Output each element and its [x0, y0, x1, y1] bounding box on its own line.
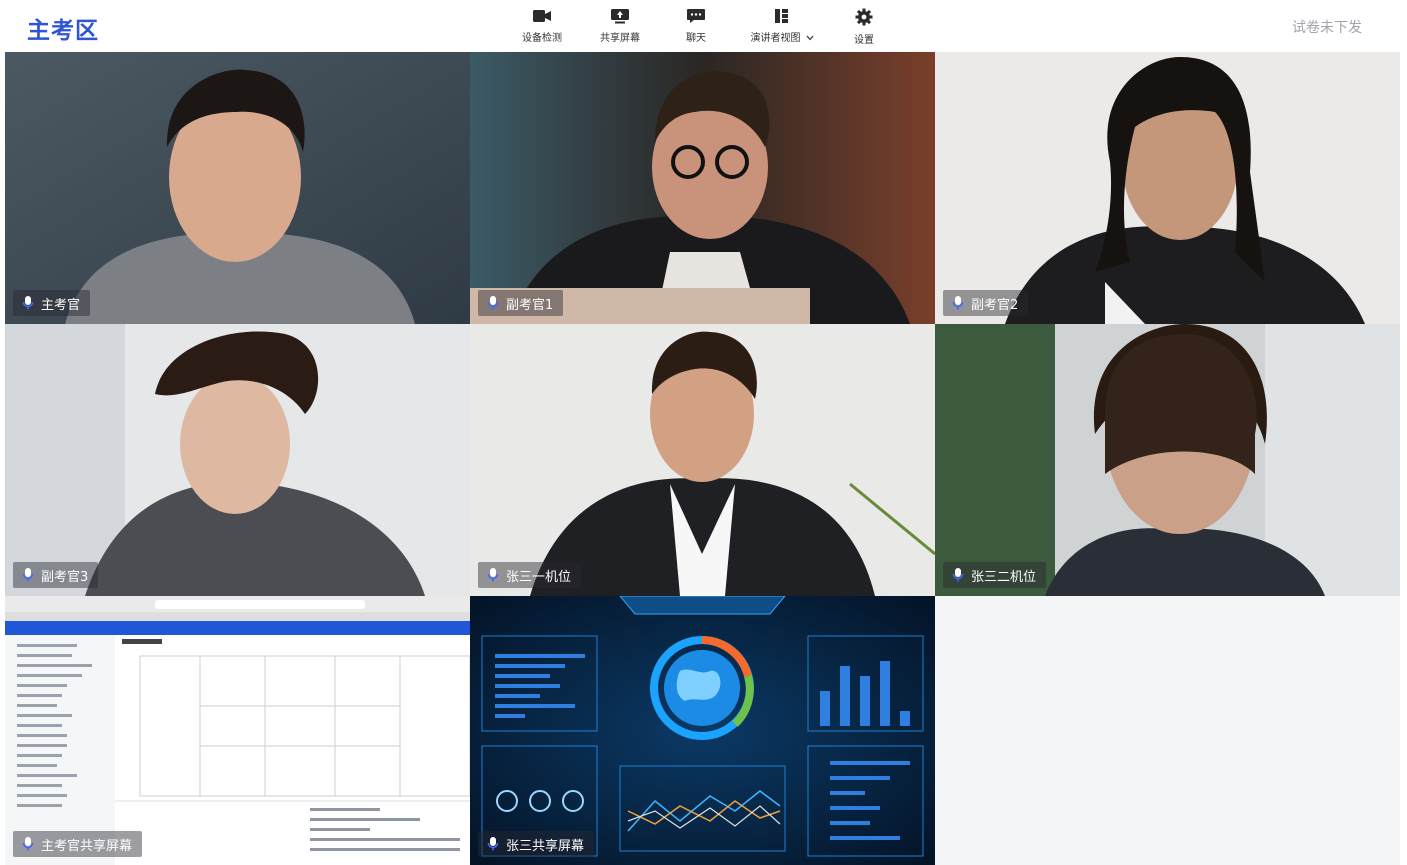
microphone-icon	[952, 296, 964, 310]
participant-name: 张三一机位	[506, 569, 572, 585]
participant-name: 副考官2	[971, 297, 1019, 313]
microphone-icon	[22, 568, 34, 582]
participant-name-tag: 张三二机位	[943, 562, 1047, 588]
video-tile-chief-examiner[interactable]: 主考官	[5, 52, 470, 324]
shared-screen-content	[5, 596, 470, 865]
toolbar: 设备检测 共享屏幕 聊天 演讲者视图 设置	[0, 6, 1407, 50]
device-check-label: 设备检测	[522, 33, 562, 44]
microphone-icon	[22, 837, 34, 851]
participant-name: 主考官共享屏幕	[41, 838, 133, 854]
participant-name-tag: 张三一机位	[478, 562, 582, 588]
microphone-icon	[487, 568, 499, 582]
share-screen-button[interactable]: 共享屏幕	[596, 6, 644, 44]
video-tile-deputy-examiner-3[interactable]: 副考官3	[5, 324, 470, 596]
participant-name: 张三共享屏幕	[506, 838, 585, 854]
participant-video	[5, 52, 470, 324]
participant-video	[935, 52, 1400, 324]
video-tile-deputy-examiner-1[interactable]: 副考官1	[470, 52, 935, 324]
chat-label: 聊天	[686, 33, 706, 44]
microphone-icon	[487, 296, 499, 310]
speaker-view-icon	[775, 9, 788, 23]
video-tile-candidate-camera-2[interactable]: 张三二机位	[935, 324, 1400, 596]
participant-name-tag: 副考官2	[943, 290, 1029, 316]
top-bar: 主考区 设备检测 共享屏幕 聊天 演讲者视图 设置 试卷未下发	[0, 0, 1407, 52]
participant-name-tag: 副考官1	[478, 290, 564, 316]
participant-video	[470, 52, 935, 324]
participant-video	[470, 324, 935, 596]
share-screen-icon	[611, 9, 629, 24]
chat-button[interactable]: 聊天	[680, 6, 712, 44]
settings-button[interactable]: 设置	[848, 6, 880, 46]
settings-label: 设置	[854, 35, 874, 46]
participant-video	[935, 324, 1400, 596]
video-grid: 主考官 副考官1 副考官2 副考官3 张三一机位 张三二机位 主考官共享屏幕 张…	[5, 52, 1400, 865]
participant-video	[5, 324, 470, 596]
chat-icon	[687, 9, 705, 23]
screen-share-tile-candidate[interactable]: 张三共享屏幕	[470, 596, 935, 865]
speaker-view-label: 演讲者视图	[750, 33, 801, 44]
video-tile-candidate-camera-1[interactable]: 张三一机位	[470, 324, 935, 596]
microphone-icon	[952, 568, 964, 582]
device-check-button[interactable]: 设备检测	[518, 6, 566, 44]
screen-share-tile-chief-examiner[interactable]: 主考官共享屏幕	[5, 596, 470, 865]
participant-name: 副考官1	[506, 297, 554, 313]
exam-status-text: 试卷未下发	[1292, 20, 1362, 36]
participant-name-tag: 主考官共享屏幕	[13, 831, 143, 857]
camera-icon	[533, 10, 551, 22]
microphone-icon	[22, 296, 34, 310]
chevron-down-icon	[806, 35, 813, 40]
share-screen-label: 共享屏幕	[600, 33, 640, 44]
participant-name-tag: 副考官3	[13, 562, 99, 588]
microphone-icon	[487, 837, 499, 851]
participant-name-tag: 主考官	[13, 290, 91, 316]
participant-name-tag: 张三共享屏幕	[478, 831, 595, 857]
video-tile-deputy-examiner-2[interactable]: 副考官2	[935, 52, 1400, 324]
participant-name: 张三二机位	[971, 569, 1037, 585]
gear-icon	[855, 8, 873, 26]
participant-name: 副考官3	[41, 569, 89, 585]
empty-video-slot	[935, 596, 1400, 865]
participant-name: 主考官	[41, 297, 81, 313]
speaker-view-button[interactable]: 演讲者视图	[744, 6, 820, 44]
shared-screen-content	[470, 596, 935, 865]
